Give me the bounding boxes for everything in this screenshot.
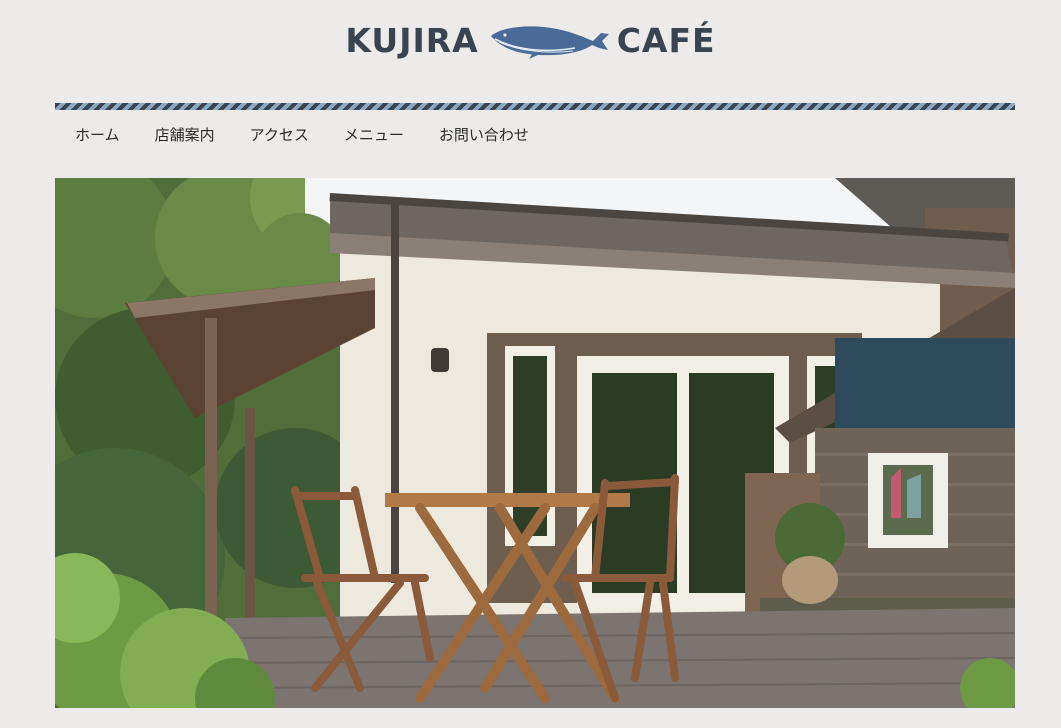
whale-icon (490, 26, 609, 59)
site-logo[interactable]: KUJIRA CAFÉ (0, 20, 1061, 60)
logo-word-kujira: KUJIRA (345, 20, 479, 60)
nav-item-store-info[interactable]: 店舗案内 (155, 124, 215, 145)
cafe-exterior-photo (55, 178, 1015, 708)
main-nav: ホーム 店舗案内 アクセス メニュー お問い合わせ (75, 124, 564, 145)
nav-item-menu[interactable]: メニュー (344, 124, 404, 145)
nav-item-contact[interactable]: お問い合わせ (439, 124, 529, 145)
nav-item-home[interactable]: ホーム (75, 124, 120, 145)
hero-image (55, 178, 1015, 708)
logo-word-cafe: CAFÉ (616, 20, 716, 60)
nav-item-access[interactable]: アクセス (250, 124, 309, 145)
header-divider (55, 103, 1015, 110)
